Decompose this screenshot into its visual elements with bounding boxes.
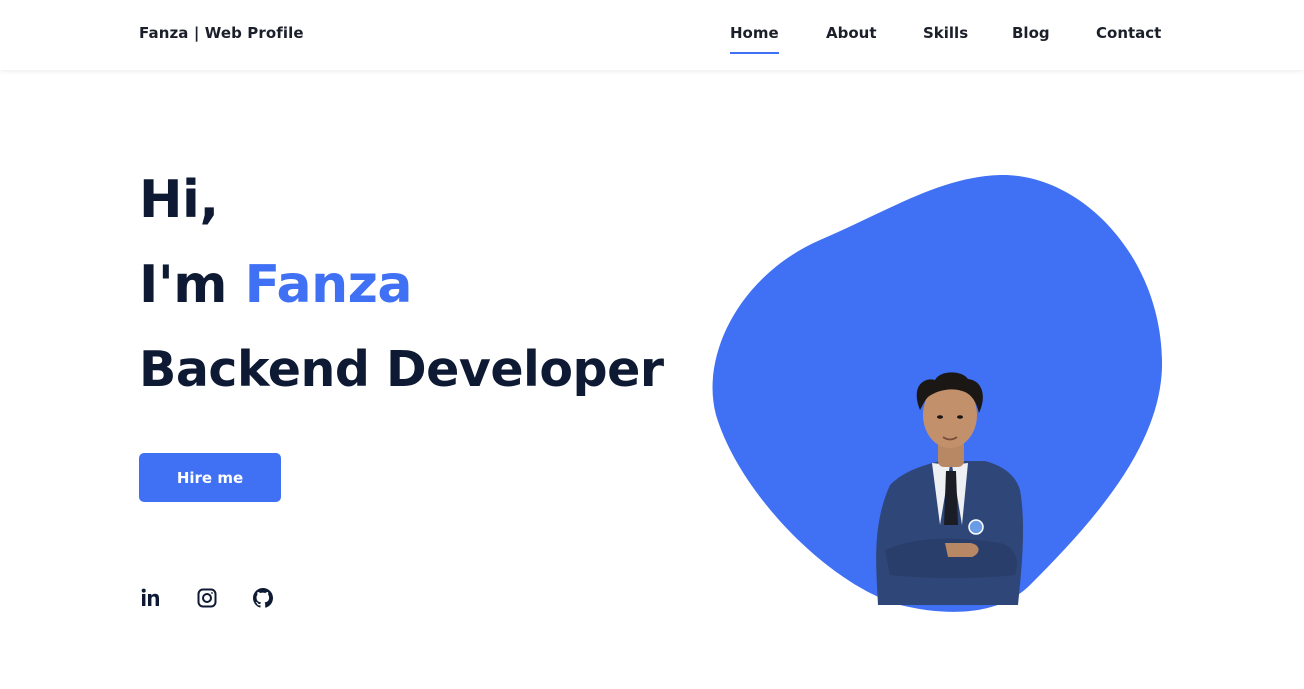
hero-greeting: Hi, (139, 170, 219, 230)
nav-contact[interactable]: Contact (1096, 24, 1161, 52)
instagram-icon[interactable] (195, 586, 219, 610)
nav-home[interactable]: Home (730, 24, 779, 54)
hero-intro: I'm Fanza (139, 253, 413, 317)
nav-about[interactable]: About (826, 24, 877, 52)
nav-skills[interactable]: Skills (923, 24, 968, 52)
hero-image-area (700, 165, 1180, 625)
top-header: Fanza | Web Profile Home About Skills Bl… (0, 0, 1304, 70)
hero-name: Fanza (244, 255, 413, 315)
linkedin-icon[interactable] (139, 586, 163, 610)
github-icon[interactable] (251, 586, 275, 610)
nav-blog[interactable]: Blog (1012, 24, 1050, 52)
hire-me-button[interactable]: Hire me (139, 453, 281, 502)
profile-photo (876, 372, 1024, 605)
hero-intro-prefix: I'm (139, 255, 227, 315)
hero-role: Backend Developer (139, 341, 664, 398)
main-nav: Home About Skills Blog Contact (0, 24, 1304, 64)
